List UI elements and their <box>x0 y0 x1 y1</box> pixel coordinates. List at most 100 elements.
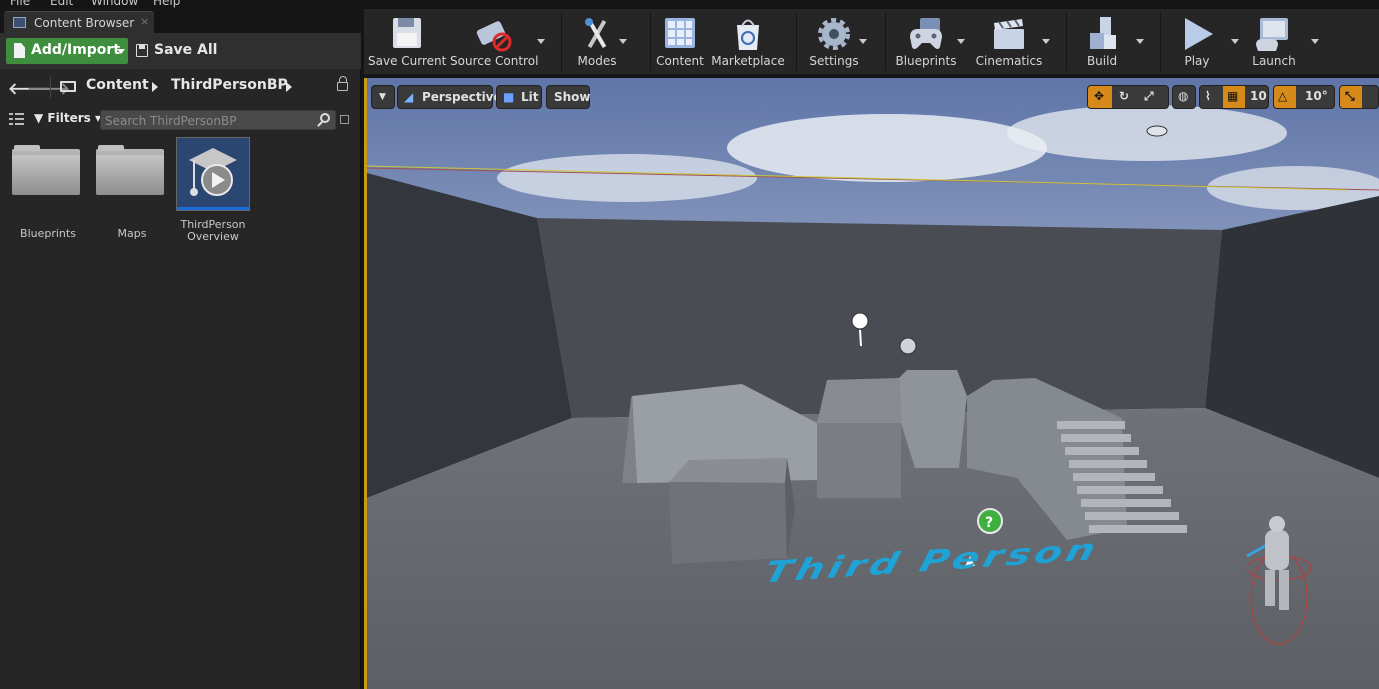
perspective-label: Perspective <box>422 90 502 104</box>
breadcrumb-arrow-icon[interactable] <box>152 82 158 92</box>
settings-label: Settings <box>809 54 859 68</box>
play-button[interactable]: Play <box>1170 9 1224 75</box>
source-control-label: Source Control <box>450 54 539 68</box>
rotate-mode-button[interactable]: ↻ <box>1113 86 1137 108</box>
viewport-toolbar: ▼ ◢ Perspective ■ Lit Show ✥ ↻ ⤢ ◍ ⌇ ▦ 1… <box>367 78 1379 118</box>
level-viewport[interactable]: ? Third Person ▼ ◢ Perspective ■ Lit Sho… <box>364 78 1379 689</box>
search-box <box>100 110 336 130</box>
add-import-label: Add/Import <box>31 42 121 58</box>
asset-thirdperson-overview[interactable] <box>176 137 250 211</box>
asset-label: Maps <box>117 227 147 240</box>
blueprints-button[interactable]: Blueprints <box>892 9 960 75</box>
chevron-down-icon[interactable] <box>859 39 867 44</box>
content-browser-toolbar: Add/Import Save All <box>0 33 361 69</box>
rotation-snap-value-label: 10° <box>1305 89 1328 103</box>
chevron-down-icon[interactable] <box>619 39 627 44</box>
menu-edit[interactable]: Edit <box>50 0 73 8</box>
lit-button[interactable]: ■ Lit <box>496 85 542 109</box>
coordinate-system-button[interactable]: ◍ <box>1172 85 1196 109</box>
build-label: Build <box>1086 54 1118 68</box>
asset-type-bar <box>177 207 249 210</box>
launch-button[interactable]: Launch <box>1244 9 1304 75</box>
source-control-button[interactable]: Source Control <box>450 9 538 75</box>
content-browser-tab[interactable]: Content Browser × <box>4 11 154 33</box>
toolbar-divider <box>650 13 651 71</box>
content-browser-icon <box>13 17 26 28</box>
grid-snap-group: ⌇ ▦ 10 <box>1199 85 1269 109</box>
grid-snap-value[interactable]: 10 <box>1246 86 1270 108</box>
rotation-snap-value[interactable]: 10° <box>1297 86 1335 108</box>
viewport-scene[interactable]: ? <box>367 78 1379 689</box>
scale-snap-icon: ⤡ <box>1345 89 1355 103</box>
search-icon[interactable] <box>320 113 330 123</box>
perspective-button[interactable]: ◢ Perspective <box>397 85 502 109</box>
rotation-snap-toggle[interactable]: △ <box>1274 86 1296 108</box>
content-grid-icon <box>665 18 695 48</box>
toolbar-divider <box>1160 13 1161 71</box>
level-editor-toolbar: Save Current Source Control Modes Conten… <box>364 9 1379 75</box>
content-browser-panel: Content Browser × Add/Import Save All 🡐 … <box>0 9 361 689</box>
save-disk-icon <box>136 44 148 57</box>
floppy-disk-icon <box>393 18 421 48</box>
marketplace-bag-icon <box>737 19 759 50</box>
move-arrows-icon: ✥ <box>1094 89 1105 103</box>
viewport-options-button[interactable]: ▼ <box>371 85 395 109</box>
add-import-button[interactable]: Add/Import <box>6 38 128 64</box>
build-blocks-icon <box>1090 17 1116 49</box>
content-label: Content <box>656 54 704 68</box>
launch-monitor-icon <box>1256 18 1288 51</box>
build-button[interactable]: Build <box>1076 9 1128 75</box>
save-current-label: Save Current <box>368 54 447 68</box>
settings-button[interactable]: Settings <box>802 9 866 75</box>
toolbar-divider <box>885 13 886 71</box>
rotate-icon: ↻ <box>1119 89 1130 103</box>
angle-icon: △ <box>1278 89 1288 103</box>
breadcrumb-content[interactable]: Content <box>86 77 149 93</box>
save-all-button[interactable]: Save All <box>134 38 224 64</box>
modes-button[interactable]: Modes <box>568 9 626 75</box>
lock-icon[interactable] <box>337 76 348 91</box>
chevron-down-icon[interactable] <box>1042 39 1050 44</box>
cinematics-label: Cinematics <box>975 54 1043 68</box>
asset-grid: Blueprints Maps ThirdPerson Overview <box>0 137 361 257</box>
cinematics-button[interactable]: Cinematics <box>974 9 1044 75</box>
show-button[interactable]: Show <box>546 85 591 109</box>
grid-snap-value-label: 10 <box>1250 89 1267 103</box>
chevron-down-icon[interactable] <box>1136 39 1144 44</box>
filters-dropdown[interactable]: ▼ Filters ▾ <box>34 111 101 125</box>
search-input[interactable] <box>105 113 310 128</box>
save-all-label: Save All <box>154 42 218 58</box>
filter-bar: ▼ Filters ▾ <box>0 107 361 133</box>
save-current-button[interactable]: Save Current <box>368 9 446 75</box>
translate-mode-button[interactable]: ✥ <box>1088 86 1112 108</box>
divider <box>50 76 51 98</box>
sources-tree-icon[interactable] <box>9 113 24 126</box>
lit-cube-icon: ■ <box>503 90 515 104</box>
grid-snap-toggle[interactable]: ▦ <box>1223 86 1245 108</box>
menu-help[interactable]: Help <box>153 0 180 8</box>
asset-label: ThirdPerson Overview <box>180 218 246 243</box>
breadcrumb-thirdpersonbp[interactable]: ThirdPersonBP <box>171 77 288 93</box>
surface-snap-button[interactable]: ⌇ <box>1200 86 1222 108</box>
settings-gear-icon <box>818 18 850 50</box>
marketplace-button[interactable]: Marketplace <box>710 9 786 75</box>
menu-window[interactable]: Window <box>91 0 138 8</box>
transform-mode-group: ✥ ↻ ⤢ <box>1087 85 1169 109</box>
new-document-icon <box>14 43 25 58</box>
scale-mode-button[interactable]: ⤢ <box>1138 86 1162 108</box>
svg-text:?: ? <box>985 515 993 531</box>
chevron-down-icon[interactable] <box>537 39 545 44</box>
scale-snap-toggle[interactable]: ⤡ <box>1340 86 1362 108</box>
chevron-down-icon[interactable] <box>1231 39 1239 44</box>
globe-icon: ◍ <box>1178 89 1189 103</box>
content-button[interactable]: Content <box>654 9 706 75</box>
save-search-icon[interactable] <box>340 115 349 124</box>
toolbar-divider <box>796 13 797 71</box>
close-icon[interactable]: × <box>140 15 149 28</box>
camera-icon: ◢ <box>404 90 414 104</box>
folder-open-icon[interactable] <box>60 81 76 92</box>
breadcrumb-arrow-icon[interactable] <box>286 82 292 92</box>
menu-file[interactable]: File <box>10 0 30 8</box>
chevron-down-icon[interactable] <box>957 39 965 44</box>
chevron-down-icon[interactable] <box>1311 39 1319 44</box>
